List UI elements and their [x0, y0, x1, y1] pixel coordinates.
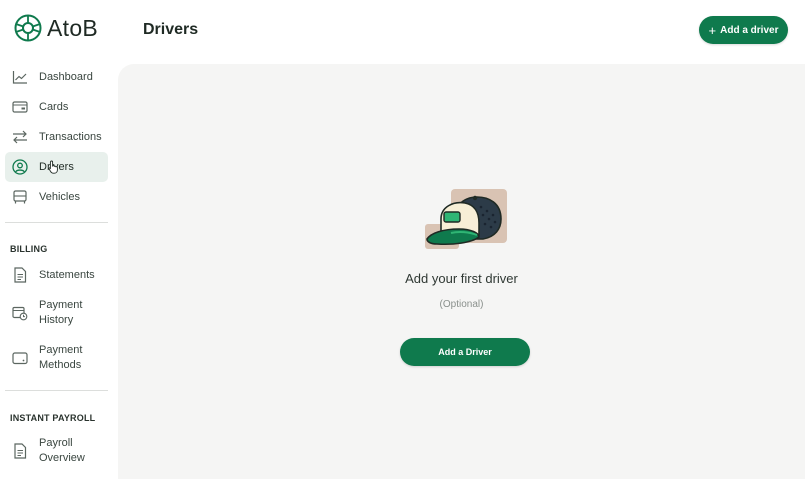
sidebar-item-label: Vehicles [39, 191, 80, 203]
user-circle-icon [12, 159, 28, 175]
plus-icon: + [708, 22, 717, 38]
add-driver-label: Add a driver [720, 24, 779, 36]
sidebar-item-cards[interactable]: Cards [5, 92, 108, 122]
sidebar-item-statements[interactable]: Statements [5, 260, 108, 290]
sidebar-item-transactions[interactable]: Transactions [5, 122, 108, 152]
sidebar-item-label: Cards [39, 101, 69, 113]
cap-illustration [425, 189, 507, 249]
wallet-icon [12, 350, 28, 366]
hand-cursor-icon [48, 160, 58, 174]
sidebar-item-payment-history[interactable]: Payment History [5, 296, 108, 330]
add-driver-button[interactable]: + Add a driver [699, 16, 788, 44]
sidebar-item-label: Statements [39, 269, 95, 281]
empty-state-subtitle: (Optional) [439, 299, 484, 310]
swap-arrows-icon [12, 129, 28, 145]
document-icon [12, 443, 28, 459]
sidebar-item-label: Payroll Overview [39, 437, 85, 464]
sidebar-item-payroll-overview[interactable]: Payroll Overview [5, 434, 108, 468]
add-first-driver-button[interactable]: Add a Driver [400, 338, 530, 366]
atob-logo-icon [14, 14, 42, 42]
main-content: Add your first driver (Optional) Add a D… [118, 64, 805, 479]
sidebar-divider [5, 390, 108, 391]
sidebar-item-vehicles[interactable]: Vehicles [5, 182, 108, 212]
card-icon [12, 99, 28, 115]
sidebar-item-label: Payment History [39, 299, 83, 326]
sidebar-item-payment-methods[interactable]: Payment Methods [5, 341, 108, 375]
calendar-clock-icon [12, 305, 28, 321]
sidebar-divider [5, 222, 108, 223]
brand-name: AtoB [47, 14, 99, 41]
billing-heading: BILLING [10, 244, 48, 254]
sidebar-item-label: Transactions [39, 131, 102, 143]
page-title: Drivers [143, 21, 199, 38]
instant-payroll-heading: INSTANT PAYROLL [10, 413, 96, 423]
sidebar-item-label: Dashboard [39, 71, 93, 83]
sidebar-item-label: Payment Methods [39, 344, 83, 371]
truck-icon [12, 189, 28, 205]
chart-line-icon [12, 69, 28, 85]
atob-logo[interactable]: AtoB [14, 14, 98, 42]
sidebar-item-dashboard[interactable]: Dashboard [5, 62, 108, 92]
document-icon [12, 267, 28, 283]
empty-state-title: Add your first driver [405, 271, 518, 286]
